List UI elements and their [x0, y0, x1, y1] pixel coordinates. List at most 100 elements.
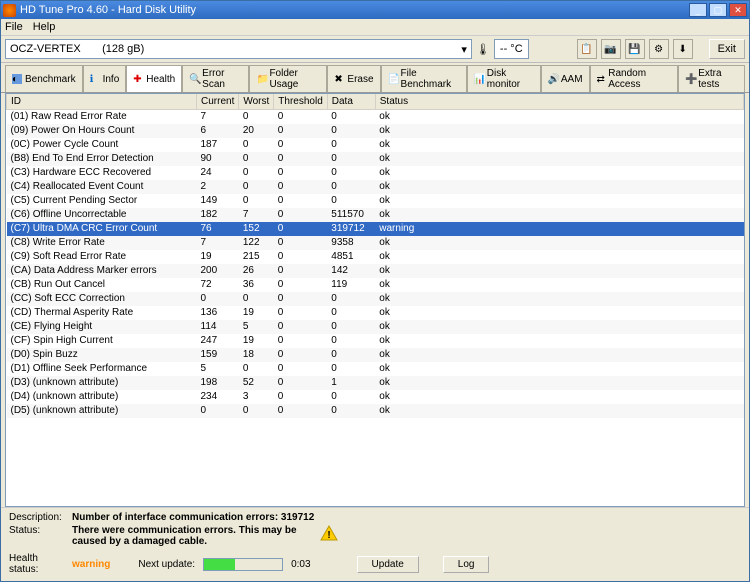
cell: 0 — [327, 124, 375, 138]
cell: 0 — [327, 334, 375, 348]
table-row[interactable]: (0C) Power Cycle Count187000ok — [7, 138, 744, 152]
cell: 4851 — [327, 250, 375, 264]
cell: (0C) Power Cycle Count — [7, 138, 197, 152]
cell: ok — [375, 250, 743, 264]
table-row[interactable]: (D3) (unknown attribute)1985201ok — [7, 376, 744, 390]
menu-help[interactable]: Help — [33, 21, 56, 33]
table-row[interactable]: (C5) Current Pending Sector149000ok — [7, 194, 744, 208]
cell: 36 — [239, 278, 274, 292]
table-row[interactable]: (C4) Reallocated Event Count2000ok — [7, 180, 744, 194]
cell: 24 — [197, 166, 239, 180]
tab-info[interactable]: ℹInfo — [83, 65, 127, 92]
table-row[interactable]: (CE) Flying Height114500ok — [7, 320, 744, 334]
drive-selector[interactable]: OCZ-VERTEX (128 gB) ▾ — [5, 39, 472, 59]
table-row[interactable]: (D4) (unknown attribute)234300ok — [7, 390, 744, 404]
exit-button[interactable]: Exit — [709, 39, 745, 59]
cell: 0 — [274, 180, 327, 194]
table-row[interactable]: (C3) Hardware ECC Recovered24000ok — [7, 166, 744, 180]
table-row[interactable]: (CF) Spin High Current2471900ok — [7, 334, 744, 348]
col-worst[interactable]: Worst — [239, 94, 274, 110]
minimize-button[interactable]: _ — [689, 3, 707, 17]
col-threshold[interactable]: Threshold — [274, 94, 327, 110]
screenshot-button[interactable]: 📷 — [601, 39, 621, 59]
cell: 19 — [239, 306, 274, 320]
monitor-icon: 📊 — [474, 74, 484, 84]
table-row[interactable]: (B8) End To End Error Detection90000ok — [7, 152, 744, 166]
cell: warning — [375, 222, 743, 236]
table-row[interactable]: (C7) Ultra DMA CRC Error Count7615203197… — [7, 222, 744, 236]
col-data[interactable]: Data — [327, 94, 375, 110]
health-icon: ✚ — [133, 74, 143, 84]
tab-erase[interactable]: ✖Erase — [327, 65, 380, 92]
cell: ok — [375, 264, 743, 278]
cell: 0 — [239, 138, 274, 152]
col-status[interactable]: Status — [375, 94, 743, 110]
cell: 0 — [197, 404, 239, 418]
cell: (D3) (unknown attribute) — [7, 376, 197, 390]
table-row[interactable]: (D5) (unknown attribute)0000ok — [7, 404, 744, 418]
dropdown-arrow-icon: ▾ — [461, 43, 467, 56]
options-button[interactable]: ⚙ — [649, 39, 669, 59]
cell: 0 — [274, 264, 327, 278]
cell: ok — [375, 292, 743, 306]
cell: 0 — [274, 292, 327, 306]
tab-folder-usage[interactable]: 📁Folder Usage — [249, 65, 327, 92]
table-row[interactable]: (D1) Offline Seek Performance5000ok — [7, 362, 744, 376]
menu-file[interactable]: File — [5, 21, 23, 33]
magnifier-icon: 🔍 — [189, 74, 199, 84]
cell: 159 — [197, 348, 239, 362]
tab-aam[interactable]: 🔊AAM — [541, 65, 590, 92]
tab-benchmark[interactable]: ◐Benchmark — [5, 65, 83, 92]
cell: 0 — [239, 110, 274, 124]
col-id[interactable]: ID — [7, 94, 197, 110]
cell: 0 — [327, 152, 375, 166]
cell: 0 — [274, 152, 327, 166]
cell: 0 — [197, 292, 239, 306]
cell: 0 — [274, 110, 327, 124]
tab-file-benchmark[interactable]: 📄File Benchmark — [381, 65, 467, 92]
cell: ok — [375, 124, 743, 138]
table-row[interactable]: (CD) Thermal Asperity Rate1361900ok — [7, 306, 744, 320]
cell: 1 — [327, 376, 375, 390]
table-row[interactable]: (CB) Run Out Cancel72360119ok — [7, 278, 744, 292]
cell: ok — [375, 110, 743, 124]
tab-error-scan[interactable]: 🔍Error Scan — [182, 65, 249, 92]
tab-health[interactable]: ✚Health — [126, 65, 182, 92]
cell: 0 — [239, 180, 274, 194]
cell: 114 — [197, 320, 239, 334]
cell: 0 — [274, 250, 327, 264]
table-row[interactable]: (09) Power On Hours Count62000ok — [7, 124, 744, 138]
svg-text:!: ! — [327, 530, 330, 541]
cell: 19 — [197, 250, 239, 264]
save-button[interactable]: 💾 — [625, 39, 645, 59]
copy-button[interactable]: 📋 — [577, 39, 597, 59]
table-row[interactable]: (CA) Data Address Marker errors200260142… — [7, 264, 744, 278]
maximize-button[interactable]: ▢ — [709, 3, 727, 17]
log-button[interactable]: Log — [443, 556, 490, 573]
update-button[interactable]: Update — [357, 556, 419, 573]
cell: (D1) Offline Seek Performance — [7, 362, 197, 376]
cell: 0 — [239, 404, 274, 418]
table-row[interactable]: (D0) Spin Buzz1591800ok — [7, 348, 744, 362]
tab-extra-tests[interactable]: ➕Extra tests — [678, 65, 745, 92]
table-row[interactable]: (C8) Write Error Rate712209358ok — [7, 236, 744, 250]
cell: 0 — [274, 362, 327, 376]
cell: ok — [375, 404, 743, 418]
tab-random-access[interactable]: ⇄Random Access — [590, 65, 679, 92]
table-row[interactable]: (C9) Soft Read Error Rate1921504851ok — [7, 250, 744, 264]
description-label: Description: — [9, 512, 64, 523]
tab-disk-monitor[interactable]: 📊Disk monitor — [467, 65, 541, 92]
health-status-value: warning — [72, 559, 110, 570]
cell: 0 — [274, 166, 327, 180]
table-row[interactable]: (01) Raw Read Error Rate7000ok — [7, 110, 744, 124]
close-button[interactable]: ✕ — [729, 3, 747, 17]
cell: 0 — [274, 236, 327, 250]
cell: (C9) Soft Read Error Rate — [7, 250, 197, 264]
table-row[interactable]: (C6) Offline Uncorrectable18270511570ok — [7, 208, 744, 222]
cell: 0 — [239, 152, 274, 166]
col-current[interactable]: Current — [197, 94, 239, 110]
cell: 0 — [327, 404, 375, 418]
cell: 0 — [327, 194, 375, 208]
table-row[interactable]: (CC) Soft ECC Correction0000ok — [7, 292, 744, 306]
minimize-tray-button[interactable]: ⬇ — [673, 39, 693, 59]
